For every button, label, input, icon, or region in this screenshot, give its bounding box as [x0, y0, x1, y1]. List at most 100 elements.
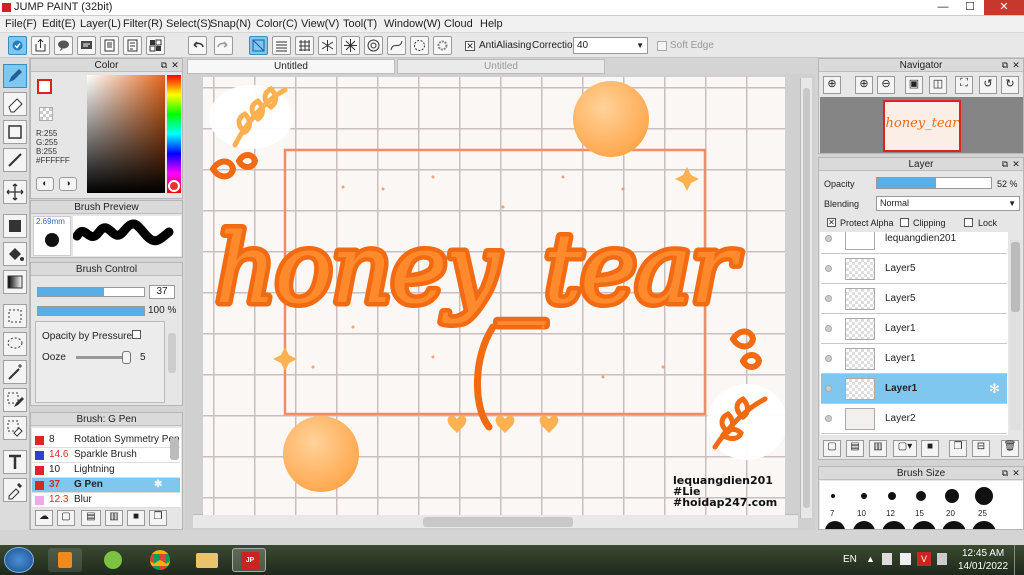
navigator-thumbnail[interactable]: honey_tear: [883, 100, 961, 152]
undock-icon[interactable]: ⧉: [1000, 159, 1010, 169]
trash-icon[interactable]: 🗑: [1001, 440, 1019, 457]
size-dot[interactable]: [882, 521, 906, 529]
menu-window[interactable]: Window(W): [384, 18, 441, 30]
size-dot[interactable]: [972, 521, 996, 529]
text-tool-icon[interactable]: [3, 450, 27, 474]
brush-settings-icon[interactable]: ▥: [105, 510, 123, 526]
menu-help[interactable]: Help: [480, 18, 503, 30]
menu-snap[interactable]: Snap(N): [210, 18, 251, 30]
layer-row[interactable]: Layer5: [821, 254, 1007, 284]
zoom-actual-icon[interactable]: ▣: [905, 76, 923, 94]
menu-view[interactable]: View(V): [301, 18, 339, 30]
visibility-icon[interactable]: [825, 265, 832, 272]
tray-app-icon[interactable]: [900, 553, 911, 565]
menu-color[interactable]: Color(C): [256, 18, 298, 30]
layer-row[interactable]: Layer5: [821, 284, 1007, 314]
list-item[interactable]: 37 G Pen ✻: [32, 478, 180, 493]
size-dot[interactable]: [975, 487, 993, 505]
visibility-icon[interactable]: [825, 415, 832, 422]
brush-size-input[interactable]: 37: [149, 285, 175, 299]
folder-icon[interactable]: ■: [127, 510, 145, 526]
protect-alpha-checkbox[interactable]: ✕: [827, 218, 836, 227]
layer-row[interactable]: lequangdien201: [821, 232, 1007, 254]
rotate-right-icon[interactable]: ↻: [1001, 76, 1019, 94]
network-icon[interactable]: [937, 553, 947, 565]
clock-time[interactable]: 12:45 AM: [962, 548, 1004, 559]
snap-settings-icon[interactable]: [433, 36, 452, 55]
select-eraser-icon[interactable]: [3, 416, 27, 440]
close-icon[interactable]: ✕: [1011, 159, 1021, 169]
new-layer-icon[interactable]: ▢: [823, 440, 841, 457]
redo-icon[interactable]: [214, 36, 233, 55]
layer-opacity-slider[interactable]: [876, 177, 992, 189]
language-indicator[interactable]: EN: [843, 554, 857, 565]
layer-row[interactable]: Layer1: [821, 344, 1007, 374]
cloud-sync-icon[interactable]: [8, 36, 27, 55]
show-desktop-button[interactable]: [1014, 545, 1024, 575]
move-tool-icon[interactable]: [3, 180, 27, 204]
tray-app-icon[interactable]: [882, 553, 892, 565]
menu-layer[interactable]: Layer(L): [80, 18, 121, 30]
rectangle-tool-icon[interactable]: [3, 120, 27, 144]
artwork-canvas[interactable]: honey_tear honey_tear lequangdien201 #Li…: [203, 77, 785, 515]
transparent-color-swatch[interactable]: [39, 107, 53, 121]
duplicate-layer-icon[interactable]: ❐: [949, 440, 967, 457]
antialias-checkbox[interactable]: ✕: [465, 41, 475, 51]
layer-row[interactable]: Layer1: [821, 314, 1007, 344]
document-icon[interactable]: [100, 36, 119, 55]
gear-icon[interactable]: ✻: [989, 381, 1000, 397]
undo-icon[interactable]: [188, 36, 207, 55]
snap-radial-icon[interactable]: [341, 36, 360, 55]
export-icon[interactable]: [31, 36, 50, 55]
zoom-in-icon[interactable]: ⊕: [855, 76, 873, 94]
clipping-checkbox[interactable]: [900, 218, 909, 227]
navigator-view[interactable]: honey_tear: [820, 97, 1023, 153]
vertical-scrollbar[interactable]: [800, 78, 812, 518]
vpn-icon[interactable]: V: [917, 552, 931, 566]
palette-icon[interactable]: ◐: [36, 177, 54, 191]
close-icon[interactable]: ✕: [170, 60, 180, 70]
list-item[interactable]: 8 Rotation Symmetry Pen: [32, 433, 180, 448]
color-history-icon[interactable]: ◑: [59, 177, 77, 191]
jump-paint-taskbar-icon[interactable]: JP: [232, 548, 266, 572]
bucket-tool-icon[interactable]: [3, 242, 27, 266]
hue-slider[interactable]: [167, 75, 181, 193]
maximize-button[interactable]: ☐: [957, 0, 983, 15]
layer-row-selected[interactable]: Layer1 ✻: [821, 374, 1007, 404]
size-dot[interactable]: [912, 521, 936, 529]
lasso-icon[interactable]: [3, 332, 27, 356]
pen-tool-icon[interactable]: [3, 64, 27, 88]
size-dot[interactable]: [888, 492, 896, 500]
app-icon-green[interactable]: [96, 548, 130, 572]
visibility-icon[interactable]: [825, 325, 832, 332]
flip-icon[interactable]: ◫: [929, 76, 947, 94]
saturation-value-picker[interactable]: [87, 75, 165, 193]
brush-opacity-slider[interactable]: [37, 306, 145, 316]
fill-rect-tool-icon[interactable]: [3, 214, 27, 238]
layer-scrollbar[interactable]: [1010, 240, 1021, 430]
lock-checkbox[interactable]: [964, 218, 973, 227]
menu-tool[interactable]: Tool(T): [343, 18, 377, 30]
eraser-tool-icon[interactable]: [3, 92, 27, 116]
tab-untitled-active[interactable]: Untitled: [187, 59, 395, 74]
comment-icon[interactable]: [54, 36, 73, 55]
size-dot[interactable]: [945, 489, 959, 503]
merge-layer-icon[interactable]: ⊟: [972, 440, 990, 457]
tray-arrow-icon[interactable]: ▲: [866, 554, 875, 564]
menu-filter[interactable]: Filter(R): [123, 18, 163, 30]
fit-window-icon[interactable]: ⛶: [955, 76, 973, 94]
visibility-icon[interactable]: [825, 235, 832, 242]
snap-grid-icon[interactable]: [295, 36, 314, 55]
media-player-icon[interactable]: [48, 548, 82, 572]
snap-parallel-icon[interactable]: [272, 36, 291, 55]
gear-icon[interactable]: ✻: [154, 478, 162, 492]
layer-folder-icon[interactable]: ■: [921, 440, 939, 457]
visibility-icon[interactable]: [825, 355, 832, 362]
layer-row[interactable]: Layer2: [821, 404, 1007, 434]
folder-icon[interactable]: [190, 548, 224, 572]
brush-control-scrollbar[interactable]: [168, 333, 176, 373]
snap-circle-icon[interactable]: [364, 36, 383, 55]
close-icon[interactable]: ✕: [1011, 60, 1021, 70]
new-layer-8bit-icon[interactable]: ▤: [846, 440, 864, 457]
close-icon[interactable]: ✕: [1011, 468, 1021, 478]
